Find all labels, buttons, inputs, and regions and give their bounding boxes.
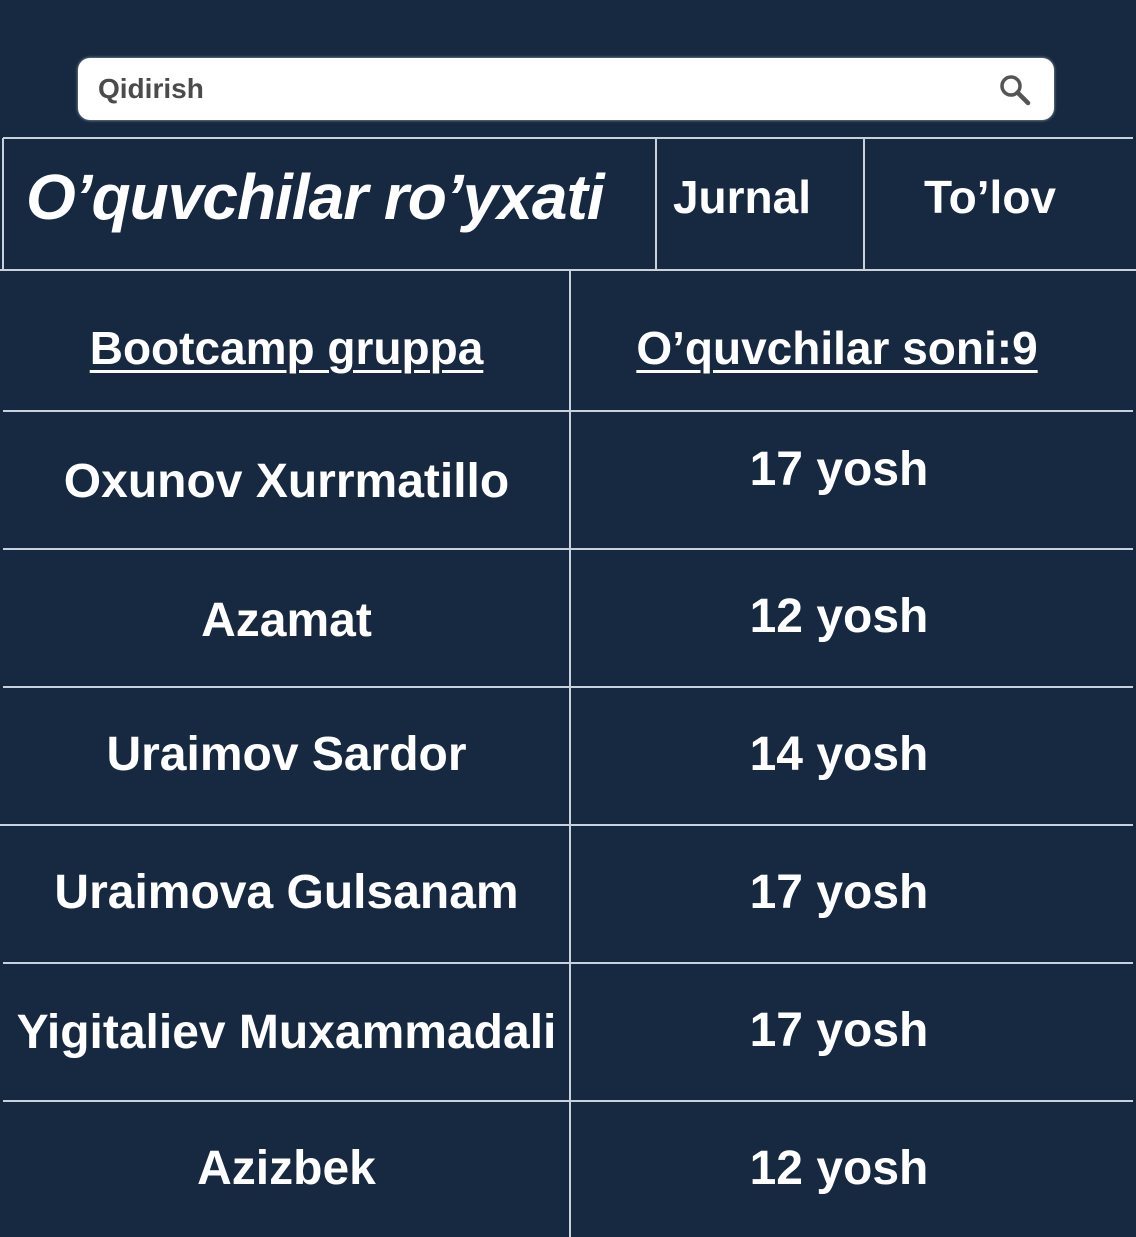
student-age: 17 yosh (749, 1004, 929, 1057)
student-count-link[interactable]: O’quvchilar soni:9 (571, 318, 1103, 378)
student-age: 17 yosh (749, 866, 929, 919)
student-name[interactable]: Yigitaliev Muxammadali (4, 1003, 569, 1063)
tab-payment[interactable]: To’lov (865, 138, 1115, 256)
row-border (3, 1100, 1133, 1102)
header-bottom-border (0, 269, 1136, 271)
search-input[interactable] (78, 58, 978, 120)
student-name[interactable]: Uraimov Sardor (4, 725, 569, 785)
row-border (3, 686, 1133, 688)
row-border (3, 548, 1133, 550)
student-name[interactable]: Azamat (4, 591, 569, 651)
row-border (3, 410, 1133, 412)
student-name[interactable]: Azizbek (4, 1139, 569, 1199)
student-age: 12 yosh (749, 1142, 929, 1195)
page-title: O’quvchilar ro’yxati (26, 161, 605, 233)
student-age: 12 yosh (749, 590, 929, 643)
row-border (3, 962, 1133, 964)
search-bar (78, 58, 1054, 120)
student-name[interactable]: Oxunov Xurrmatillo (4, 452, 569, 512)
student-age: 14 yosh (749, 728, 929, 781)
student-age: 17 yosh (749, 443, 929, 496)
search-icon[interactable] (998, 73, 1032, 107)
student-name[interactable]: Uraimova Gulsanam (4, 863, 569, 923)
student-list-screen: O’quvchilar ro’yxati Jurnal To’lov Bootc… (0, 0, 1136, 1237)
tab-journal[interactable]: Jurnal (656, 138, 828, 256)
group-name-link[interactable]: Bootcamp gruppa (4, 318, 569, 378)
header-left-border (2, 138, 4, 271)
row-border (0, 824, 1133, 826)
